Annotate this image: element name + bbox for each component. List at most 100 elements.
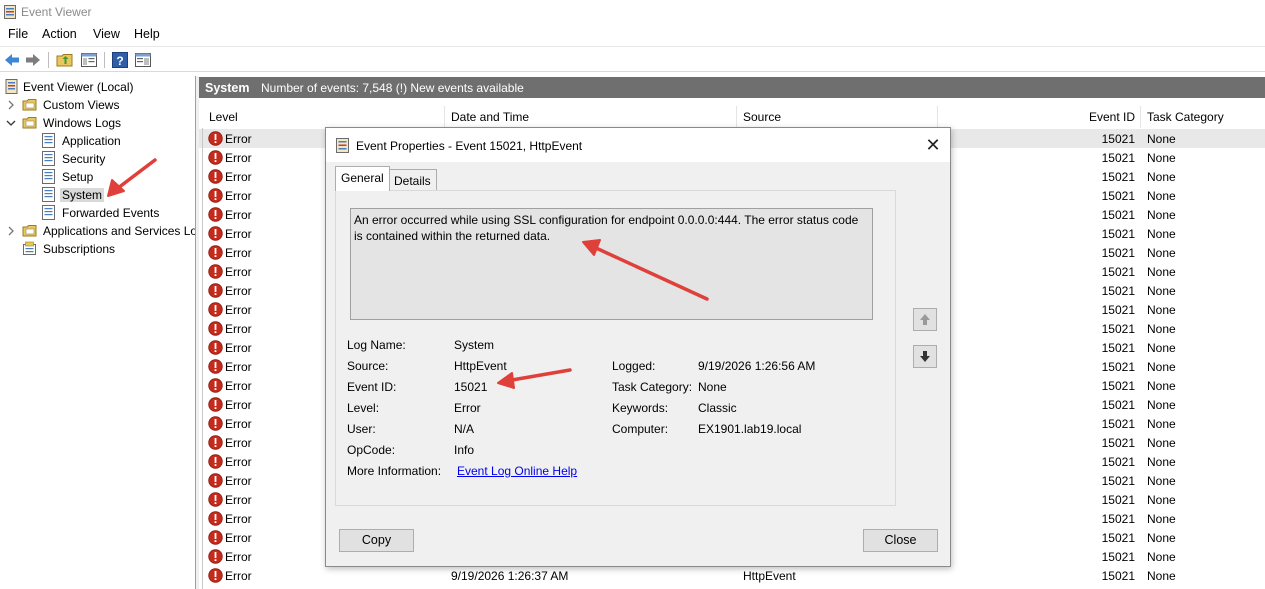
tree-item-application[interactable]: Application — [0, 132, 195, 150]
cell-event-id: 15021 — [1101, 474, 1135, 488]
cell-task-category: None — [1147, 436, 1176, 450]
cell-level: Error — [225, 284, 252, 298]
error-icon — [208, 568, 223, 583]
next-event-button[interactable] — [913, 345, 937, 368]
cell-level: Error — [225, 246, 252, 260]
cell-task-category: None — [1147, 284, 1176, 298]
cell-level: Error — [225, 227, 252, 241]
menu-help[interactable]: Help — [134, 27, 160, 41]
menu-file[interactable]: File — [8, 27, 28, 41]
error-icon — [208, 264, 223, 279]
error-icon — [208, 530, 223, 545]
arrow-up-icon — [920, 314, 930, 325]
error-icon — [208, 511, 223, 526]
cell-task-category: None — [1147, 512, 1176, 526]
column-level[interactable]: Level — [209, 110, 238, 124]
column-divider[interactable] — [1140, 106, 1141, 128]
tab-general[interactable]: General — [335, 166, 390, 191]
cell-level: Error — [225, 189, 252, 203]
tree-item-subscriptions[interactable]: Subscriptions — [0, 240, 195, 258]
log-name-value: System — [454, 338, 495, 352]
cell-level: Error — [225, 322, 252, 336]
error-icon — [208, 283, 223, 298]
column-date[interactable]: Date and Time — [451, 110, 529, 124]
menu-action[interactable]: Action — [42, 27, 77, 41]
column-task-category[interactable]: Task Category — [1147, 110, 1224, 124]
cell-level: Error — [225, 455, 252, 469]
column-divider[interactable] — [444, 106, 445, 128]
menu-bar: File Action View Help — [0, 24, 1265, 46]
tree-label: Security — [62, 152, 106, 166]
cell-event-id: 15021 — [1101, 550, 1135, 564]
error-icon — [208, 207, 223, 222]
tree-item-setup[interactable]: Setup — [0, 168, 195, 186]
cell-event-id: 15021 — [1101, 189, 1135, 203]
cell-event-id: 15021 — [1101, 227, 1135, 241]
column-divider[interactable] — [937, 106, 938, 128]
event-description[interactable]: An error occurred while using SSL config… — [350, 208, 873, 320]
action-pane-icon[interactable] — [134, 51, 152, 69]
tree-item-custom-views[interactable]: Custom Views — [0, 96, 195, 114]
error-icon — [208, 492, 223, 507]
cell-level: Error — [225, 512, 252, 526]
chevron-right-icon[interactable] — [6, 226, 16, 236]
table-row[interactable]: Error 9/19/2026 1:26:37 AM HttpEvent 15021 N… — [199, 566, 1265, 585]
cell-level: Error — [225, 151, 252, 165]
tree-item-forwarded-events[interactable]: Forwarded Events — [0, 204, 195, 222]
cell-task-category: None — [1147, 569, 1176, 583]
properties-pane-icon[interactable] — [80, 51, 98, 69]
tree-item-system[interactable]: System — [0, 186, 195, 204]
dialog-title-bar[interactable]: Event Properties - Event 15021, HttpEven… — [326, 128, 950, 162]
copy-button[interactable]: Copy — [339, 529, 414, 552]
cell-task-category: None — [1147, 189, 1176, 203]
cell-task-category: None — [1147, 322, 1176, 336]
error-icon — [208, 378, 223, 393]
column-header: Level Date and Time Source Event ID Task… — [199, 106, 1265, 128]
svg-text:?: ? — [116, 54, 123, 68]
close-button[interactable]: Close — [863, 529, 938, 552]
menu-view[interactable]: View — [93, 27, 120, 41]
log-name: System — [205, 81, 250, 95]
cell-event-id: 15021 — [1101, 265, 1135, 279]
tree-item-apps-services[interactable]: Applications and Services Lo — [0, 222, 195, 240]
chevron-down-icon[interactable] — [6, 118, 16, 128]
user-label: User: — [347, 422, 376, 436]
error-icon — [208, 397, 223, 412]
forward-arrow-icon[interactable] — [24, 51, 42, 69]
tree-label: Application — [62, 134, 121, 148]
cell-source: HttpEvent — [743, 569, 796, 583]
cell-level: Error — [225, 341, 252, 355]
cell-event-id: 15021 — [1101, 170, 1135, 184]
cell-event-id: 15021 — [1101, 531, 1135, 545]
tab-details[interactable]: Details — [388, 169, 437, 192]
cell-level: Error — [225, 531, 252, 545]
tree-item-windows-logs[interactable]: Windows Logs — [0, 114, 195, 132]
column-event-id[interactable]: Event ID — [1089, 110, 1135, 124]
folder-icon — [22, 99, 37, 111]
tree-label: System — [60, 188, 105, 202]
event-log-online-help-link[interactable]: Event Log Online Help — [457, 464, 577, 478]
cell-event-id: 15021 — [1101, 284, 1135, 298]
error-icon — [208, 188, 223, 203]
toolbar: ? — [0, 46, 1265, 72]
close-icon[interactable]: ✕ — [922, 134, 944, 156]
cell-level: Error — [225, 379, 252, 393]
error-icon — [208, 321, 223, 336]
folder-up-icon[interactable] — [56, 51, 74, 69]
help-icon[interactable]: ? — [111, 51, 129, 69]
column-divider[interactable] — [736, 106, 737, 128]
log-icon — [42, 187, 55, 202]
cell-event-id: 15021 — [1101, 455, 1135, 469]
tree-item-security[interactable]: Security — [0, 150, 195, 168]
column-source[interactable]: Source — [743, 110, 781, 124]
previous-event-button[interactable] — [913, 308, 937, 331]
event-id-value: 15021 — [454, 380, 488, 394]
cell-level: Error — [225, 208, 252, 222]
cell-level: Error — [225, 398, 252, 412]
cell-event-id: 15021 — [1101, 208, 1135, 222]
computer-value: EX1901.lab19.local — [698, 422, 802, 436]
back-arrow-icon[interactable] — [3, 51, 21, 69]
tree-item-root[interactable]: Event Viewer (Local) — [0, 78, 195, 96]
chevron-right-icon[interactable] — [6, 100, 16, 110]
cell-event-id: 15021 — [1101, 360, 1135, 374]
